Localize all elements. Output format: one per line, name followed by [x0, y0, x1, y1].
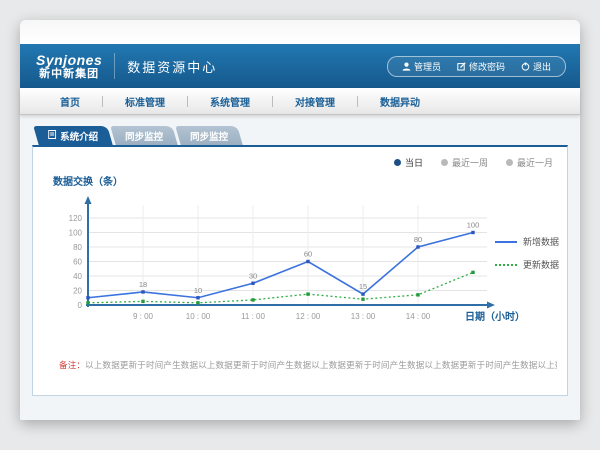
change-password-button[interactable]: 修改密码 [449, 60, 513, 73]
document-icon [48, 130, 56, 142]
period-label: 最近一周 [452, 156, 488, 169]
user-icon [402, 62, 411, 71]
period-label: 当日 [405, 156, 423, 169]
app-window: Synjones 新中新集团 数据资源中心 管理员 修改密码 [20, 20, 580, 420]
svg-text:14 : 00: 14 : 00 [406, 312, 431, 321]
period-label: 最近一月 [517, 156, 553, 169]
tab-label: 系统介绍 [60, 129, 98, 143]
company-logo: Synjones 新中新集团 [36, 52, 102, 81]
svg-text:12 : 00: 12 : 00 [296, 312, 321, 321]
user-account-label: 管理员 [414, 60, 441, 73]
content-area: 系统介绍 同步监控 同步监控 当日 最近一周 [20, 114, 580, 420]
svg-text:100: 100 [467, 221, 480, 230]
series-legend: 新增数据 更新数据 [495, 235, 559, 281]
svg-text:9 : 00: 9 : 00 [133, 312, 154, 321]
legend-label: 新增数据 [523, 235, 559, 248]
svg-text:11 : 00: 11 : 00 [241, 312, 265, 321]
change-password-label: 修改密码 [469, 60, 505, 73]
svg-text:10 : 00: 10 : 00 [186, 312, 211, 321]
nav-item-home[interactable]: 首页 [38, 94, 102, 109]
tab-sync-monitor-2[interactable]: 同步监控 [175, 126, 242, 145]
period-option-today[interactable]: 当日 [394, 156, 423, 169]
tab-sync-monitor-1[interactable]: 同步监控 [110, 126, 177, 145]
legend-item-updated-data[interactable]: 更新数据 [495, 258, 559, 271]
svg-text:18: 18 [139, 280, 147, 289]
svg-text:80: 80 [414, 235, 422, 244]
line-chart: 0 20 40 60 80 100 120 9 : 00 10 : 00 11 : 00 12 : … [41, 193, 541, 343]
main-nav: 首页 标准管理 系统管理 对接管理 数据异动 [20, 88, 580, 115]
chart-panel: 当日 最近一周 最近一月 数据交换（条） 0 20 40 60 80 100 120 9 : … [32, 145, 568, 396]
svg-text:13 : 00: 13 : 00 [351, 312, 376, 321]
legend-line-updated [495, 264, 517, 266]
svg-text:100: 100 [69, 229, 83, 238]
svg-text:0: 0 [78, 301, 83, 310]
svg-text:20: 20 [73, 287, 82, 296]
nav-item-standard-mgmt[interactable]: 标准管理 [103, 94, 187, 109]
footnote-text: 以上数据更新于时间产生数据以上数据更新于时间产生数据以上数据更新于时间产生数据以… [85, 360, 557, 370]
legend-item-new-data[interactable]: 新增数据 [495, 235, 559, 248]
svg-text:60: 60 [73, 258, 82, 267]
svg-text:120: 120 [69, 214, 83, 223]
legend-label: 更新数据 [523, 258, 559, 271]
user-account-button[interactable]: 管理员 [394, 60, 449, 73]
app-header: Synjones 新中新集团 数据资源中心 管理员 修改密码 [20, 44, 580, 88]
period-option-last-week[interactable]: 最近一周 [441, 156, 488, 169]
tab-label: 同步监控 [125, 129, 163, 143]
logout-button[interactable]: 退出 [513, 60, 559, 73]
tab-system-intro[interactable]: 系统介绍 [33, 126, 112, 145]
logout-label: 退出 [533, 60, 551, 73]
logo-text: Synjones [36, 52, 102, 68]
tab-label: 同步监控 [190, 129, 228, 143]
period-option-last-month[interactable]: 最近一月 [506, 156, 553, 169]
svg-text:80: 80 [73, 243, 82, 252]
svg-text:10: 10 [194, 286, 202, 295]
y-axis-title: 数据交换（条） [53, 173, 123, 188]
radio-icon [394, 159, 401, 166]
svg-text:60: 60 [304, 250, 312, 259]
edit-icon [457, 62, 466, 71]
tab-bar: 系统介绍 同步监控 同步监控 [36, 126, 243, 145]
svg-text:日期（小时）: 日期（小时） [465, 310, 525, 323]
app-title: 数据资源中心 [127, 57, 217, 76]
svg-text:40: 40 [73, 272, 82, 281]
svg-text:15: 15 [359, 282, 367, 291]
nav-item-data-change[interactable]: 数据异动 [358, 94, 442, 109]
logo-subtext: 新中新集团 [36, 68, 102, 81]
radio-icon [441, 159, 448, 166]
header-divider [114, 53, 115, 79]
legend-line-new [495, 241, 517, 243]
window-top-strip [20, 20, 580, 44]
footnote-label: 备注： [59, 360, 85, 370]
svg-text:30: 30 [249, 271, 257, 280]
user-menu: 管理员 修改密码 退出 [387, 56, 566, 77]
power-icon [521, 62, 530, 71]
nav-item-interface-mgmt[interactable]: 对接管理 [273, 94, 357, 109]
footnote: 备注：以上数据更新于时间产生数据以上数据更新于时间产生数据以上数据更新于时间产生… [59, 359, 557, 371]
period-filter: 当日 最近一周 最近一月 [394, 156, 553, 169]
nav-item-system-mgmt[interactable]: 系统管理 [188, 94, 272, 109]
radio-icon [506, 159, 513, 166]
